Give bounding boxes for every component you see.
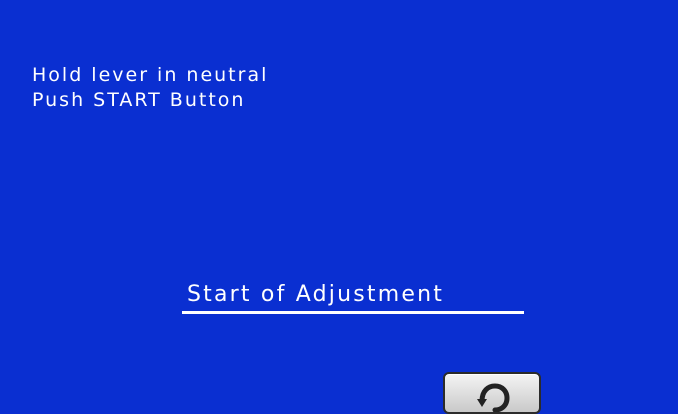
return-arrow-icon — [477, 383, 510, 412]
status-label: Start of Adjustment — [187, 282, 445, 307]
adjustment-screen: Hold lever in neutral Push START Button … — [0, 0, 678, 414]
instruction-line-1: Hold lever in neutral — [32, 64, 269, 86]
status-underline — [182, 311, 524, 314]
adjustment-status: Start of Adjustment — [182, 282, 524, 314]
instruction-text: Hold lever in neutral Push START Button — [32, 63, 268, 113]
instruction-line-2: Push START Button — [32, 89, 246, 111]
back-button[interactable] — [443, 372, 541, 414]
